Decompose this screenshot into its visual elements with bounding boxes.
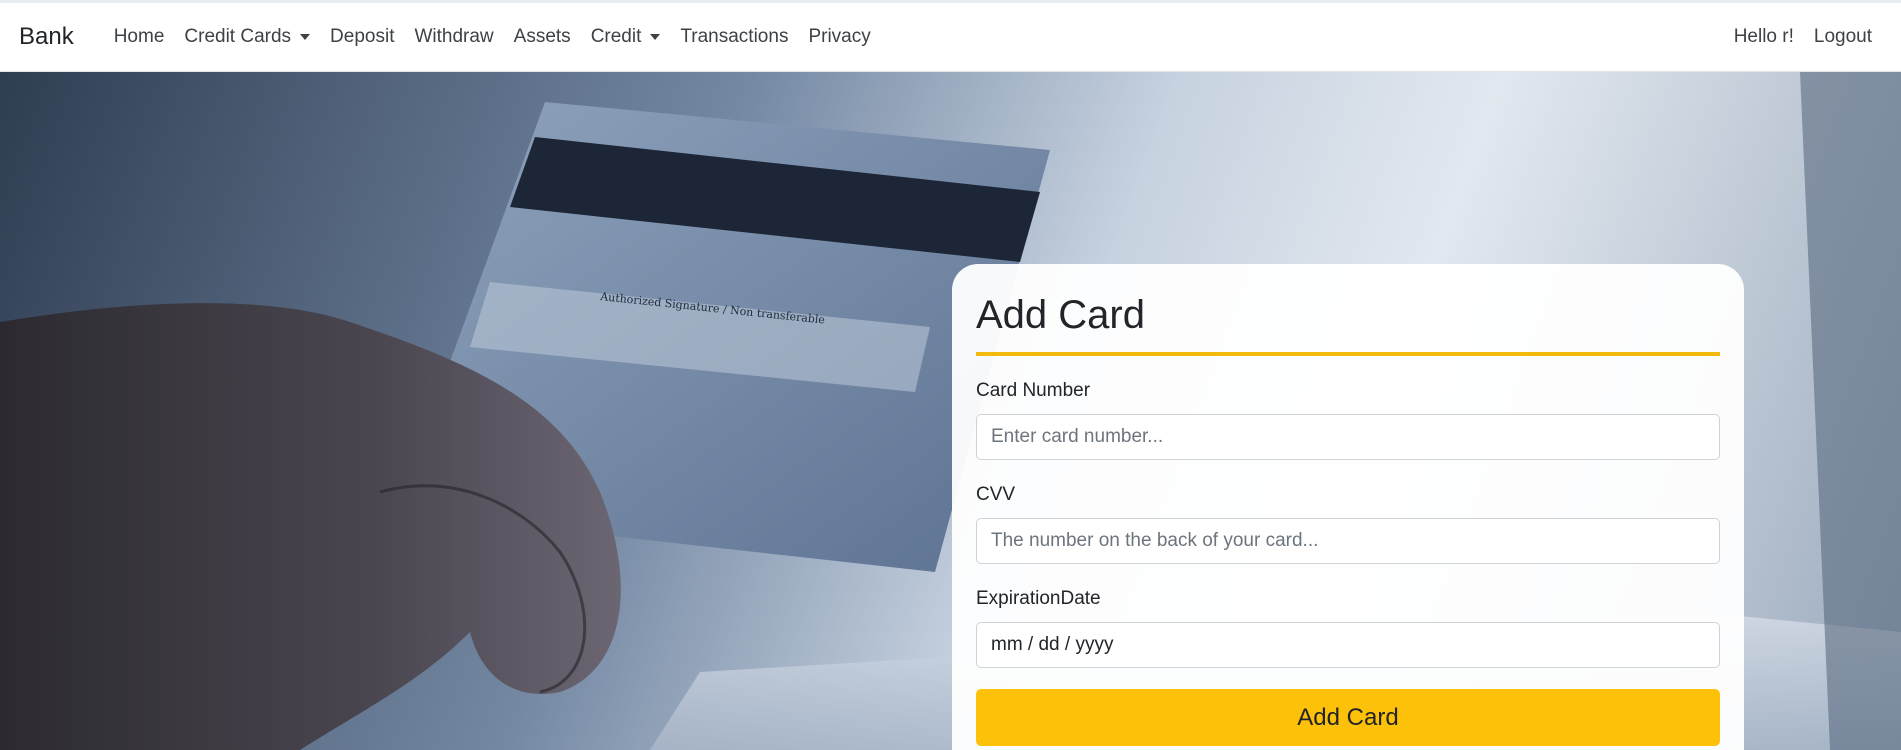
nav-item-withdraw[interactable]: Withdraw [404, 26, 503, 48]
caret-down-icon [650, 34, 661, 40]
logout-link[interactable]: Logout [1804, 26, 1882, 48]
nav-label: Credit Cards [184, 26, 292, 47]
nav-label: Withdraw [414, 26, 494, 47]
nav-label: Privacy [808, 26, 871, 47]
nav-menu: Home Credit Cards Deposit Withdraw Asset… [104, 26, 881, 48]
nav-label: Credit [590, 26, 642, 47]
add-card-button[interactable]: Add Card [976, 689, 1720, 746]
brand-logo[interactable]: Bank [19, 23, 74, 51]
user-menu: Hello r! Logout [1724, 26, 1882, 48]
caret-down-icon [300, 34, 311, 40]
card-number-input[interactable] [976, 414, 1720, 460]
card-number-label: Card Number [976, 380, 1091, 401]
hero-background: Authorized Signature / Non transferable … [0, 72, 1901, 750]
nav-label: Transactions [680, 26, 789, 47]
nav-item-credit[interactable]: Credit [581, 26, 671, 48]
form-title: Add Card [976, 293, 1145, 337]
title-divider [976, 352, 1720, 356]
expiration-date-input[interactable]: mm / dd / yyyy [976, 622, 1720, 668]
nav-item-deposit[interactable]: Deposit [320, 26, 404, 48]
expiration-date-label: ExpirationDate [976, 588, 1101, 609]
navbar: Bank Home Credit Cards Deposit Withdraw … [0, 3, 1901, 72]
cvv-input[interactable] [976, 518, 1720, 564]
nav-item-credit-cards[interactable]: Credit Cards [174, 26, 320, 48]
nav-item-privacy[interactable]: Privacy [798, 26, 880, 48]
nav-item-transactions[interactable]: Transactions [670, 26, 798, 48]
nav-label: Assets [513, 26, 571, 47]
nav-item-home[interactable]: Home [104, 26, 175, 48]
cvv-label: CVV [976, 484, 1016, 505]
user-greeting-link[interactable]: Hello r! [1724, 26, 1804, 48]
nav-label: Deposit [330, 26, 395, 47]
nav-item-assets[interactable]: Assets [504, 26, 581, 48]
add-card-form: Add Card Card Number CVV ExpirationDate … [952, 264, 1744, 750]
nav-label: Home [113, 26, 165, 47]
